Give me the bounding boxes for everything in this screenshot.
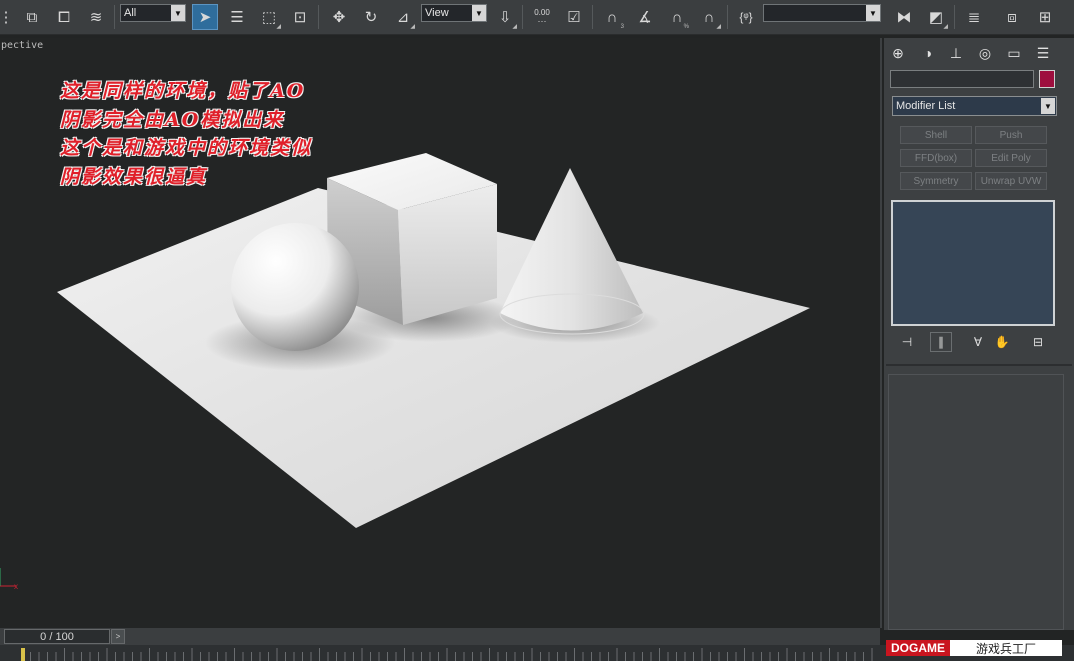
named-selection-dropdown[interactable]: ▼: [763, 4, 881, 22]
annotation-line: 这个是和游戏中的环境类似: [60, 137, 313, 159]
rectangular-selection-icon[interactable]: ⬚ ◢: [257, 5, 281, 31]
move-icon[interactable]: ✥: [327, 5, 351, 29]
toolbar-divider: [522, 5, 523, 29]
modifier-unwrap-uvw-button[interactable]: Unwrap UVW: [975, 172, 1047, 190]
chevron-down-icon: ▼: [1041, 98, 1055, 114]
modifier-ffd-box-button[interactable]: FFD(box): [900, 149, 972, 167]
current-frame-marker[interactable]: [21, 648, 25, 661]
object-color-swatch[interactable]: [1039, 70, 1055, 88]
selection-filter-dropdown[interactable]: All ▼: [120, 4, 186, 22]
modifier-stack-view[interactable]: [891, 200, 1055, 326]
axis-x-label: x: [14, 582, 18, 591]
schematic-view-icon[interactable]: ⊞: [1033, 5, 1057, 29]
mirror-icon[interactable]: ⧓: [892, 5, 916, 29]
configure-modifier-sets-icon[interactable]: ⊟: [1027, 332, 1049, 352]
main-toolbar: ⋮ ⧉ ⧠ ≋ All ▼ ➤ ☰ ⬚ ◢ ⊡ ✥ ↻ ⊿ ◢ View ▼ ⇩ ◢ …: [0, 0, 1074, 35]
unlink-icon[interactable]: ⧠: [52, 5, 76, 29]
use-pivot-icon[interactable]: ⇩ ◢: [493, 5, 517, 31]
link-icon[interactable]: ⧉: [20, 5, 44, 29]
next-frame-button[interactable]: >: [111, 629, 125, 644]
modifier-push-button[interactable]: Push: [975, 126, 1047, 144]
angle-snap-icon[interactable]: ∩ 3: [600, 5, 624, 31]
scale-icon[interactable]: ⊿ ◢: [391, 5, 415, 31]
remove-modifier-icon[interactable]: ✋: [991, 332, 1013, 352]
toolbar-divider: [114, 5, 115, 29]
rotate-icon[interactable]: ↻: [359, 5, 383, 29]
hierarchy-tab-icon[interactable]: ⊥: [944, 42, 968, 64]
utilities-tab-icon[interactable]: ☰: [1031, 42, 1055, 64]
modifier-list-dropdown[interactable]: Modifier List ▼: [892, 96, 1057, 116]
bind-space-warp-icon[interactable]: ≋: [84, 5, 108, 29]
create-tab-icon[interactable]: ⊕: [886, 42, 910, 64]
chevron-down-icon: ▼: [866, 5, 880, 21]
selection-filter-value: All: [124, 7, 137, 19]
make-unique-icon[interactable]: ∀: [967, 332, 989, 352]
toolbar-divider: [727, 5, 728, 29]
align-icon[interactable]: ◩ ◢: [924, 5, 948, 31]
perspective-viewport[interactable]: x pective 这是同样的环境，贴了AO 阴影完全由AO模拟出来 这个是和游…: [0, 38, 882, 628]
window-crossing-icon[interactable]: ⊡: [288, 5, 312, 29]
viewport-label[interactable]: pective: [1, 40, 43, 51]
percent-snap-icon[interactable]: ∡: [633, 5, 657, 29]
modifier-symmetry-button[interactable]: Symmetry: [900, 172, 972, 190]
modifier-list-label: Modifier List: [896, 100, 956, 112]
pin-stack-icon[interactable]: ⊣: [896, 332, 918, 352]
toolbar-divider: [318, 5, 319, 29]
track-bar-ticks: [0, 645, 884, 661]
modifier-edit-poly-button[interactable]: Edit Poly: [975, 149, 1047, 167]
keyboard-shortcut-icon[interactable]: 0.00 ···: [530, 5, 554, 29]
edit-named-sets-icon[interactable]: {ᵠ}: [734, 5, 758, 29]
watermark-brand-cn: 游戏兵工厂: [950, 640, 1063, 656]
object-name-field[interactable]: [890, 70, 1034, 88]
reference-coord-dropdown[interactable]: View ▼: [421, 4, 487, 22]
modifier-shell-button[interactable]: Shell: [900, 126, 972, 144]
spinner-snap-icon[interactable]: ∩ ◢: [697, 5, 721, 31]
snap-toggle-icon[interactable]: ☑: [562, 5, 586, 29]
sphere: [231, 223, 359, 351]
select-by-name-icon[interactable]: ☰: [225, 5, 249, 29]
time-slider-bar: 0 / 100 >: [0, 628, 880, 645]
toolbar-divider: [592, 5, 593, 29]
layer-manager-icon[interactable]: ≣: [962, 5, 986, 29]
toolbar-divider: [954, 5, 955, 29]
time-slider[interactable]: 0 / 100: [4, 629, 110, 644]
reference-coord-value: View: [425, 7, 449, 19]
curve-editor-icon[interactable]: ⧈: [1000, 5, 1024, 29]
motion-tab-icon[interactable]: ◎: [973, 42, 997, 64]
annotation-line: 阴影效果很逼真: [60, 166, 208, 188]
annotation-line: 这是同样的环境，贴了AO: [60, 80, 306, 102]
chevron-down-icon: ▼: [171, 5, 185, 21]
modify-tab-icon[interactable]: ◑: [916, 42, 940, 64]
parameters-rollout-area: [888, 374, 1064, 630]
show-end-result-icon[interactable]: ∥: [930, 332, 952, 352]
watermark: DOGAME 游戏兵工厂: [886, 639, 1066, 657]
display-tab-icon[interactable]: ▭: [1002, 42, 1026, 64]
select-object-icon[interactable]: ➤: [192, 4, 218, 30]
command-panel: ⊕ ◑ ⊥ ◎ ▭ ☰ Modifier List ▼ Shell Push F…: [884, 38, 1074, 630]
watermark-brand: DOGAME: [886, 640, 950, 656]
annotation-line: 阴影完全由AO模拟出来: [60, 109, 285, 131]
chevron-down-icon: ▼: [472, 5, 486, 21]
panel-divider: [886, 364, 1072, 366]
percent-snap-icon-2[interactable]: ∩%: [665, 5, 689, 31]
undo-arrow-icon[interactable]: ⋮: [0, 5, 18, 29]
